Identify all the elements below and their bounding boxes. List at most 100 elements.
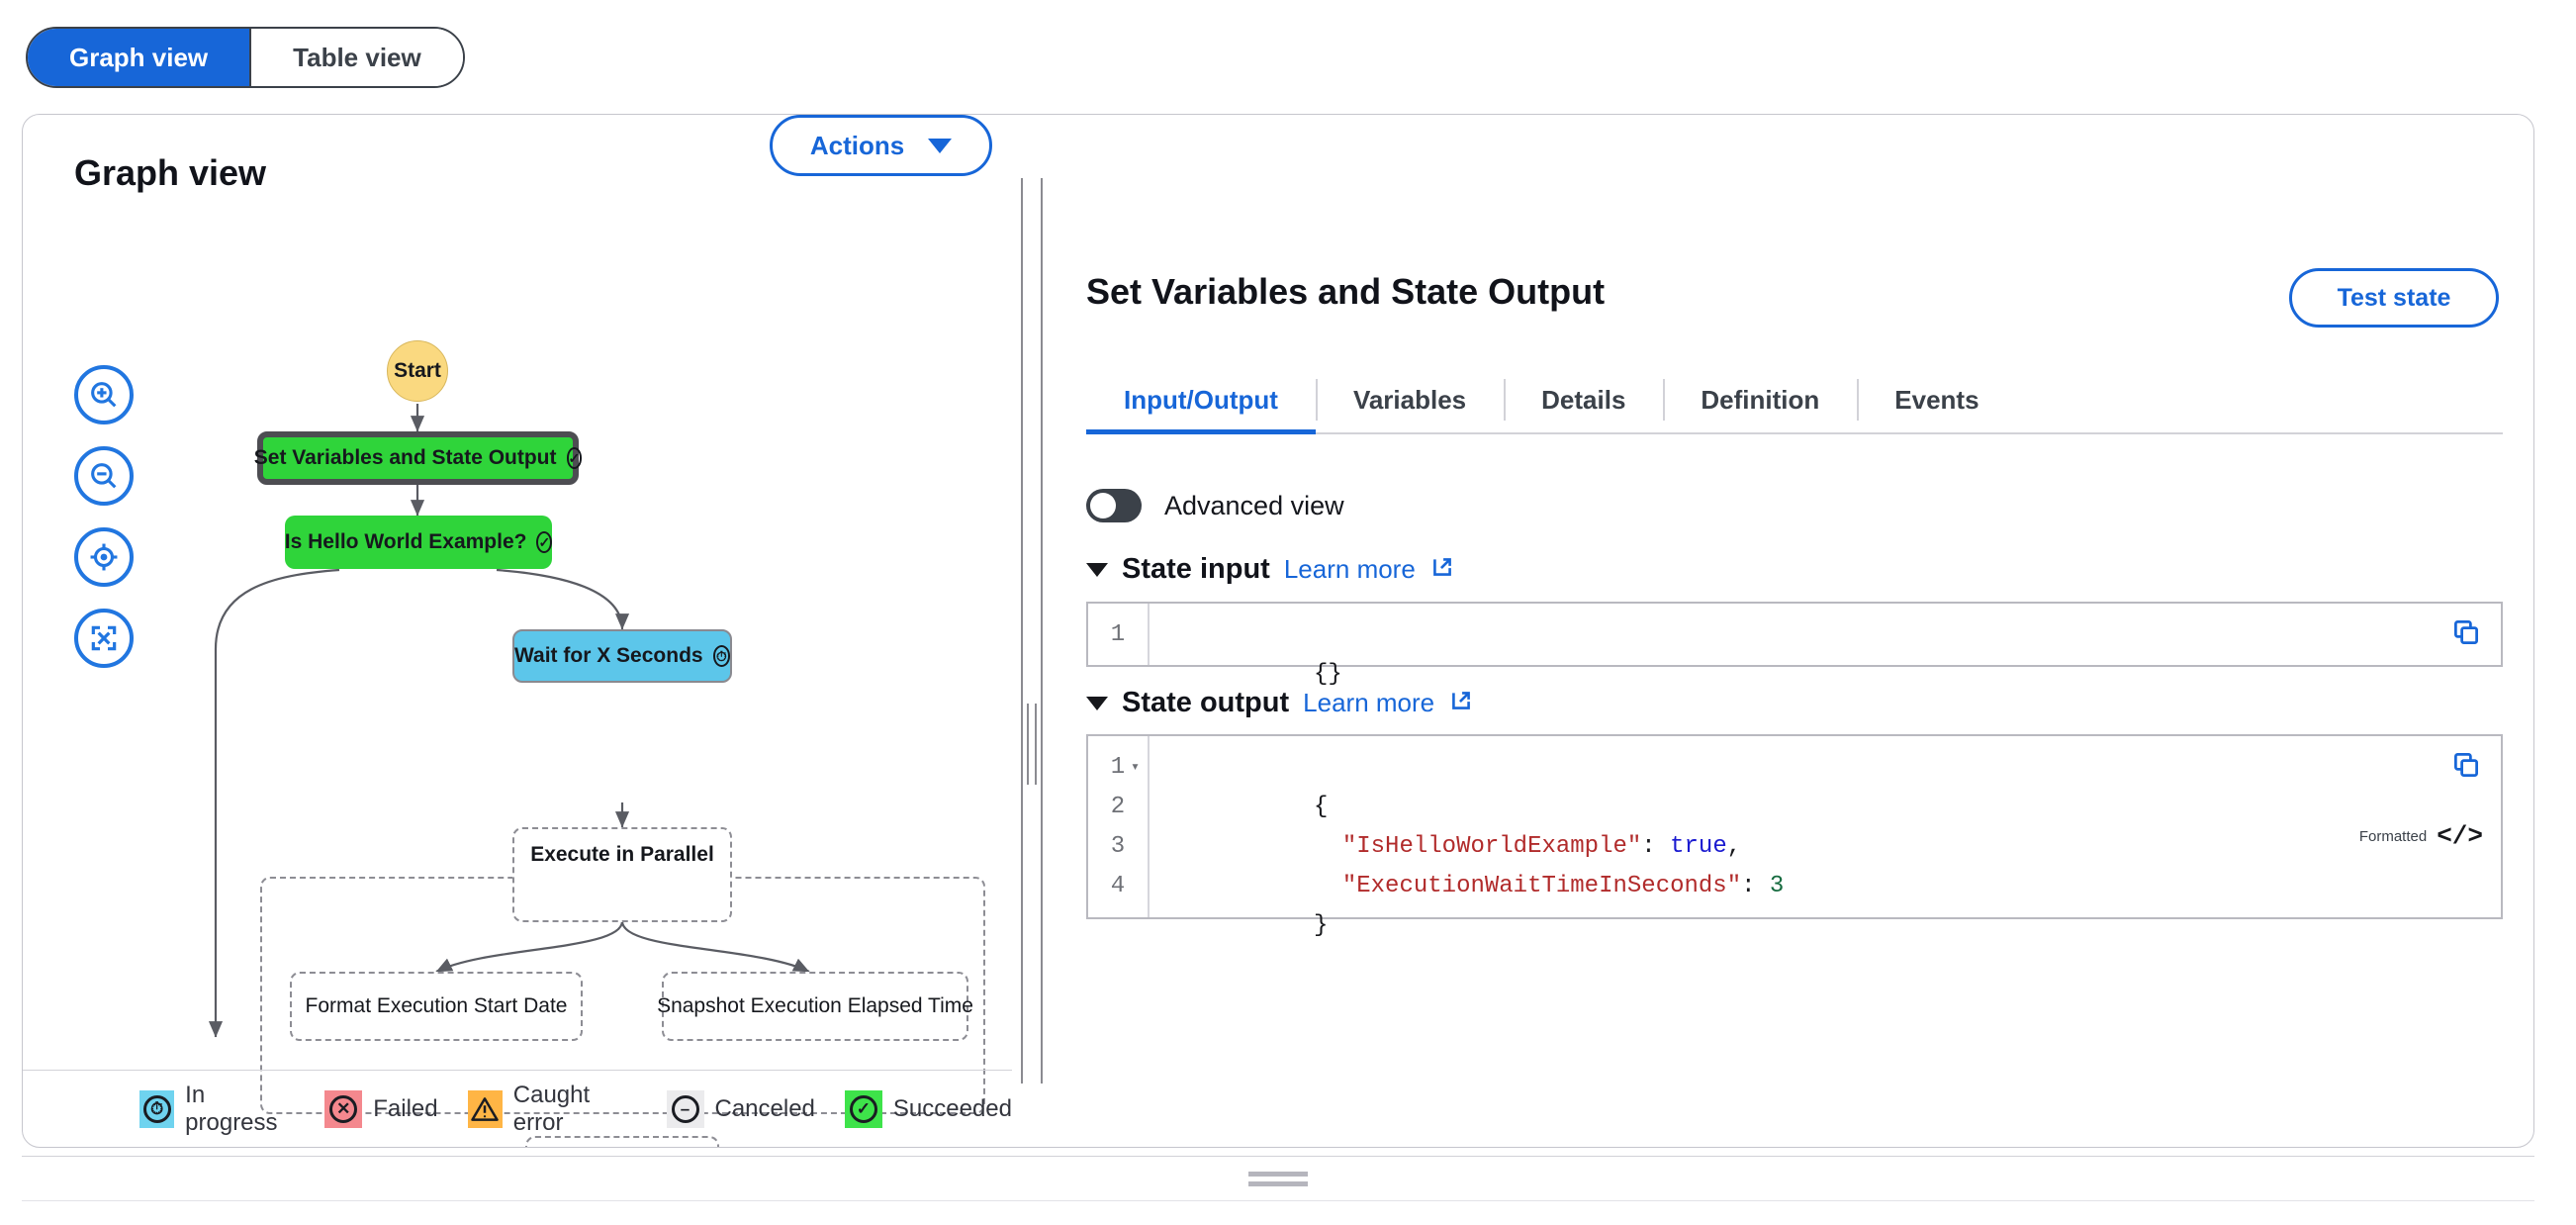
state-details-title: Set Variables and State Output (1086, 271, 1606, 312)
tab-definition[interactable]: Definition (1663, 367, 1857, 432)
code-line: {} (1171, 615, 2501, 688)
code-token: : (1641, 833, 1671, 860)
external-link-icon[interactable] (1429, 554, 1455, 585)
actions-button[interactable]: Actions (770, 115, 992, 176)
state-input-code-content: {} (1150, 604, 2501, 688)
state-output-learn-more-link[interactable]: Learn more (1303, 688, 1434, 718)
splitter-rail-right (1041, 178, 1043, 1084)
graph-node-label: Execute in Parallel (530, 843, 714, 866)
graph-node-is-hello-world-example[interactable]: Is Hello World Example? ✓ (284, 516, 553, 569)
in-progress-icon: ⏱ (139, 1089, 175, 1128)
graph-node-label: Start (394, 359, 441, 382)
canceled-icon: – (666, 1089, 704, 1128)
workflow-graph-canvas[interactable]: Start Set Variables and State Output ✓ I… (23, 234, 1012, 1147)
tab-details[interactable]: Details (1504, 367, 1663, 432)
code-line: "IsHelloWorldExample": true, (1171, 788, 2501, 860)
code-token: } (1314, 912, 1329, 939)
graph-panel-header: Graph view Actions (23, 115, 1012, 234)
graph-node-format-execution-start-date[interactable]: Format Execution Start Date (290, 972, 583, 1041)
resize-grip-bar (1248, 1180, 1308, 1186)
line-number-gutter: 1 ▾ 2 3 4 (1088, 736, 1150, 917)
state-output-header: State output Learn more (1086, 687, 1474, 719)
legend-label: Succeeded (892, 1094, 1012, 1122)
advanced-view-toggle[interactable] (1086, 489, 1142, 522)
splitter-grip-bar (1027, 704, 1029, 785)
graph-node-set-variables-and-state-output[interactable]: Set Variables and State Output ✓ (253, 431, 583, 485)
graph-node-label: Set Variables and State Output (253, 446, 557, 469)
formatted-label: Formatted (2358, 827, 2428, 845)
state-input-header: State input Learn more (1086, 553, 1455, 586)
fold-caret-icon[interactable]: ▾ (1131, 748, 1140, 788)
state-output-title: State output (1122, 687, 1290, 718)
graph-node-label: Snapshot Execution Elapsed Time (657, 994, 973, 1017)
tab-events[interactable]: Events (1857, 367, 2016, 432)
tab-variables[interactable]: Variables (1315, 367, 1504, 432)
graph-node-start[interactable]: Start (387, 340, 448, 402)
line-number-text: 1 (1110, 754, 1126, 781)
graph-node-wait-for-x-seconds[interactable]: Wait for X Seconds ⏱ (512, 629, 732, 683)
tab-graph-view[interactable]: Graph view (28, 29, 250, 86)
test-state-button-label: Test state (2337, 283, 2451, 312)
legend-item-in-progress: ⏱ In progress (139, 1082, 295, 1137)
formatted-toggle[interactable]: Formatted </> (2359, 821, 2483, 851)
panel-vertical-resize-handle[interactable] (1012, 115, 1050, 1147)
succeeded-icon: ✓ (844, 1089, 882, 1128)
line-number: 1 (1110, 621, 1126, 648)
code-token: { (1314, 794, 1329, 820)
bottom-horizontal-resize-handle[interactable] (22, 1156, 2534, 1201)
legend-label: Caught error (512, 1081, 591, 1136)
copy-icon[interactable] (2451, 617, 2481, 655)
line-number: 2 (1110, 794, 1126, 820)
legend-label: Failed (373, 1094, 438, 1122)
legend-item-succeeded: ✓ Succeeded (844, 1089, 1012, 1128)
tab-input-output[interactable]: Input/Output (1086, 367, 1316, 434)
graph-node-execute-in-parallel[interactable]: Execute in Parallel (512, 827, 732, 922)
test-state-button[interactable]: Test state (2289, 268, 2499, 328)
splitter-grip-bar (1035, 704, 1037, 785)
chevron-down-icon (928, 138, 953, 153)
state-input-code-box[interactable]: 1 {} (1086, 602, 2503, 688)
collapse-caret-icon[interactable] (1086, 696, 1108, 710)
legend-item-caught-error: Caught error (467, 1081, 637, 1137)
state-input-title: State input (1122, 553, 1270, 585)
state-input-learn-more-link[interactable]: Learn more (1284, 554, 1416, 585)
advanced-view-row: Advanced view (1086, 489, 1344, 522)
code-token: , (1726, 833, 1742, 860)
collapse-caret-icon[interactable] (1086, 562, 1108, 577)
state-output-code-content: { "IsHelloWorldExample": true, "Executio… (1150, 736, 2501, 939)
tab-table-view[interactable]: Table view (249, 29, 463, 86)
graph-node-label: Wait for X Seconds (514, 644, 703, 667)
code-token-key: "ExecutionWaitTimeInSeconds" (1341, 873, 1742, 899)
actions-button-label: Actions (809, 130, 905, 160)
line-number: 3 (1110, 833, 1126, 860)
succeeded-icon: ✓ (536, 531, 553, 553)
graph-node-snapshot-execution-elapsed-time[interactable]: Snapshot Execution Elapsed Time (657, 972, 973, 1041)
code-token-key: "IsHelloWorldExample" (1341, 833, 1642, 860)
graph-panel-title: Graph view (74, 152, 267, 193)
failed-icon: ✕ (324, 1089, 363, 1128)
in-progress-icon: ⏱ (712, 645, 730, 667)
graph-status-legend: ⏱ In progress ✕ Failed Caught error – Ca… (23, 1070, 1012, 1147)
code-token-boolean: true (1670, 833, 1727, 860)
line-number: 4 (1110, 873, 1126, 899)
view-mode-toggle[interactable]: Graph view Table view (26, 27, 465, 88)
state-output-code-box[interactable]: 1 ▾ 2 3 4 { "IsHelloWorldExample": true,… (1086, 734, 2503, 939)
code-token-number: 3 (1769, 873, 1785, 899)
legend-item-failed: ✕ Failed (324, 1089, 438, 1128)
main-content-card: Graph view Actions Start Set Variables a… (22, 114, 2534, 1148)
graph-view-panel: Graph view Actions Start Set Variables a… (23, 115, 1012, 1147)
legend-label: Canceled (714, 1094, 815, 1122)
external-link-icon[interactable] (1448, 688, 1474, 718)
caught-error-icon (467, 1089, 503, 1128)
legend-label: In progress (185, 1081, 278, 1136)
state-details-panel: Set Variables and State Output Test stat… (1050, 115, 2533, 1147)
line-number-gutter: 1 (1088, 604, 1150, 665)
toggle-knob (1090, 493, 1116, 518)
copy-icon[interactable] (2451, 750, 2481, 788)
graph-node-label: Format Execution Start Date (305, 994, 568, 1017)
details-tab-bar: Input/Output Variables Details Definitio… (1086, 367, 2503, 434)
graph-node-label: Is Hello World Example? (284, 530, 527, 553)
code-token: {} (1314, 661, 1342, 688)
